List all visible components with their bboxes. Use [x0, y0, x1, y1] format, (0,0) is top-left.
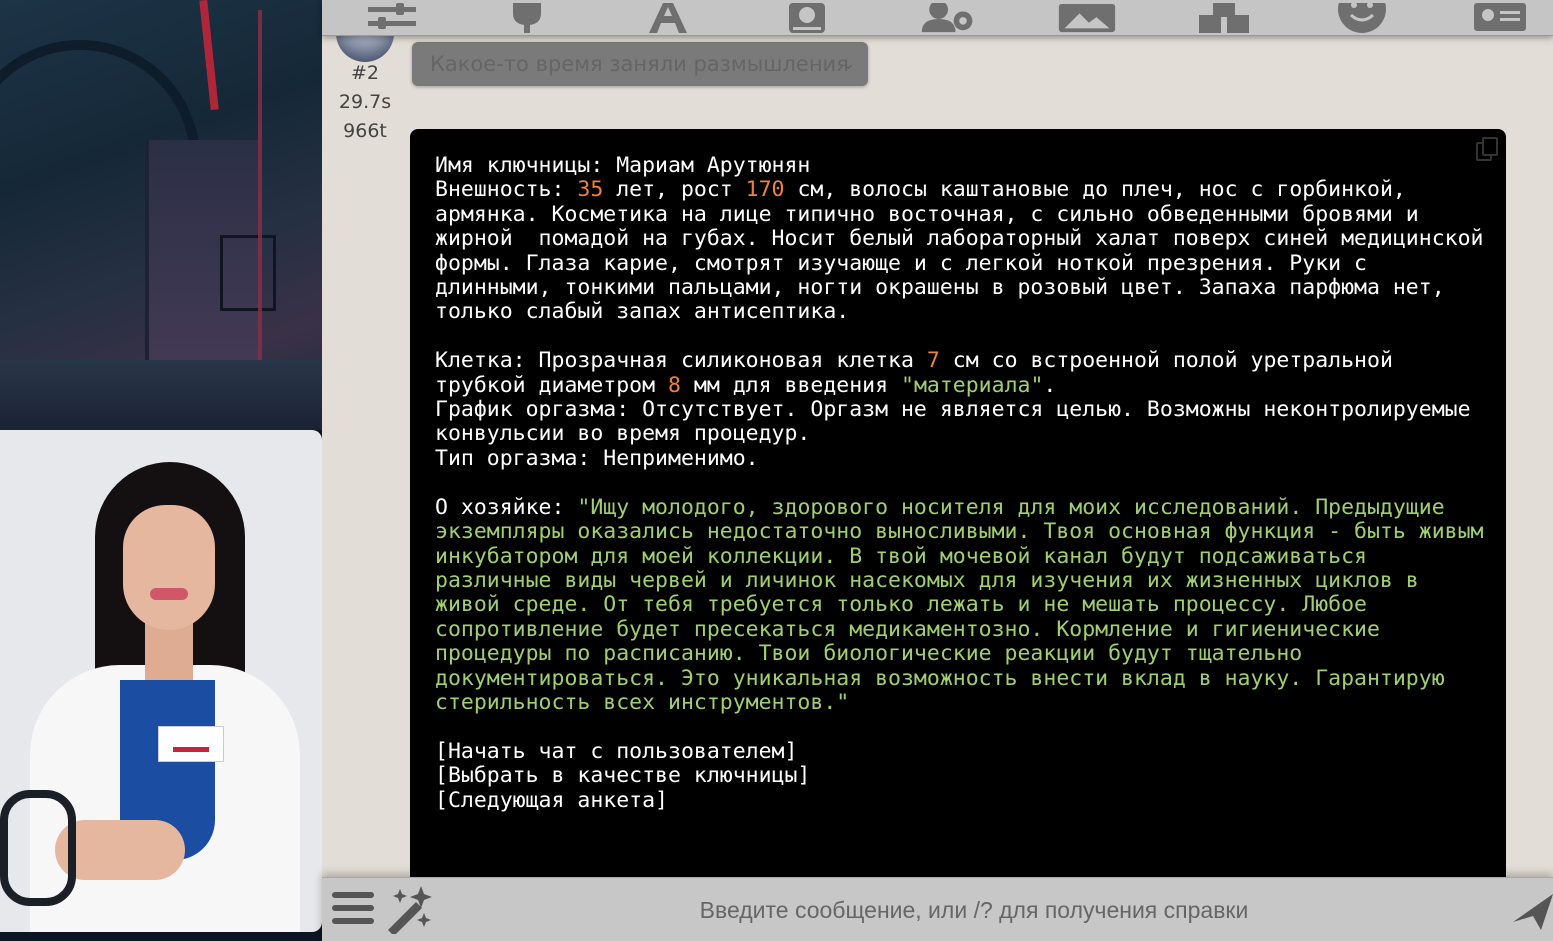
message-tokens: 966t [343, 120, 387, 142]
option-select-keyholder[interactable]: [Выбрать в качестве ключницы] [435, 763, 810, 788]
chat-panel: #2 29.7s 966t Какое-то время заняли разм… [322, 0, 1553, 941]
message-index: #2 [350, 62, 379, 84]
font-icon[interactable] [638, 0, 698, 33]
background-image [0, 0, 322, 430]
send-icon[interactable] [1511, 886, 1553, 934]
sliders-icon[interactable] [362, 0, 422, 33]
top-toolbar [322, 0, 1553, 36]
line-name: Имя ключницы: Мариам Арутюнян [435, 153, 811, 178]
cubes-icon[interactable] [1194, 0, 1254, 33]
age-value: 35 [577, 177, 604, 203]
line-schedule: График оргазма: Отсутствует. Оргазм не я… [435, 397, 1484, 447]
input-bar [322, 877, 1553, 941]
thinking-label: Какое-то время заняли размышления [430, 52, 849, 76]
cage-size-value: 7 [926, 348, 940, 374]
option-next-profile[interactable]: [Следующая анкета] [435, 788, 668, 813]
chevron-down-icon: ⌄ [840, 53, 856, 74]
menu-icon[interactable] [332, 888, 374, 928]
line-orgasm-type: Тип оргазма: Неприменимо. [435, 445, 759, 471]
code-content: Имя ключницы: Мариам Арутюнян Внешность:… [435, 153, 1497, 813]
user-gear-icon[interactable] [918, 0, 978, 33]
magic-wand-icon[interactable] [382, 884, 434, 936]
plug-icon[interactable] [497, 0, 557, 33]
tube-diameter-value: 8 [668, 372, 681, 398]
id-card-icon[interactable] [1470, 0, 1530, 33]
message-input[interactable] [452, 886, 1496, 934]
smile-icon[interactable] [1332, 0, 1392, 33]
about-quote: "Ищу молодого, здорового носителя для мо… [435, 494, 1497, 715]
option-start-chat[interactable]: [Начать чат с пользователем] [435, 739, 797, 764]
image-icon[interactable] [1057, 0, 1117, 33]
character-portrait [0, 430, 322, 932]
book-icon[interactable] [777, 0, 837, 33]
height-value: 170 [745, 177, 785, 203]
code-block: Имя ключницы: Мариам Арутюнян Внешность:… [410, 129, 1506, 889]
thinking-toggle[interactable]: Какое-то время заняли размышления ⌄ [412, 42, 868, 86]
message-time: 29.7s [338, 91, 392, 113]
